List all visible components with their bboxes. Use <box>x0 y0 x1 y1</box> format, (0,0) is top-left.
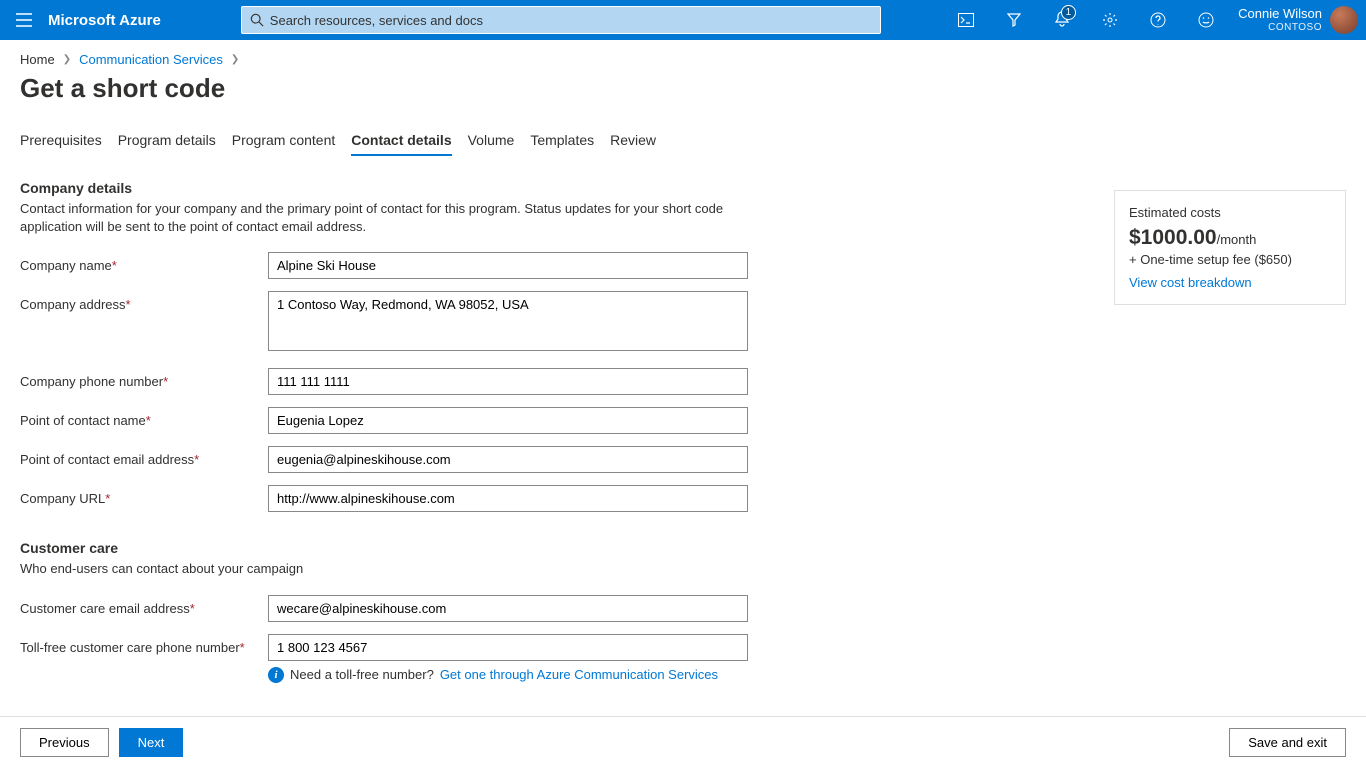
label-cc-phone: Toll-free customer care phone number* <box>20 634 268 655</box>
product-name[interactable]: Microsoft Azure <box>48 12 181 29</box>
cloud-shell-icon <box>958 13 974 27</box>
hamburger-icon <box>16 13 32 27</box>
search-input[interactable] <box>264 13 872 28</box>
cloud-shell-button[interactable] <box>942 0 990 40</box>
poc-email-input[interactable] <box>268 446 748 473</box>
tab-program-details[interactable]: Program details <box>118 132 216 156</box>
settings-button[interactable] <box>1086 0 1134 40</box>
section-title-customer-care: Customer care <box>20 540 1346 556</box>
search-box[interactable] <box>241 6 881 34</box>
save-and-exit-button[interactable]: Save and exit <box>1229 728 1346 757</box>
filter-icon <box>1006 12 1022 28</box>
estimated-costs-card: Estimated costs $1000.00/month + One-tim… <box>1114 190 1346 305</box>
cost-setup-fee: + One-time setup fee ($650) <box>1129 252 1331 267</box>
company-phone-input[interactable] <box>268 368 748 395</box>
poc-name-input[interactable] <box>268 407 748 434</box>
tab-prerequisites[interactable]: Prerequisites <box>20 132 102 156</box>
help-button[interactable] <box>1134 0 1182 40</box>
toll-free-info-text: Need a toll-free number? <box>290 667 434 682</box>
next-button[interactable]: Next <box>119 728 184 757</box>
section-desc-customer-care: Who end-users can contact about your cam… <box>20 560 740 578</box>
cost-amount: $1000.00 <box>1129 226 1217 249</box>
gear-icon <box>1102 12 1118 28</box>
cc-email-input[interactable] <box>268 595 748 622</box>
menu-toggle-button[interactable] <box>0 0 48 40</box>
company-address-input[interactable]: 1 Contoso Way, Redmond, WA 98052, USA <box>268 291 748 351</box>
search-icon <box>250 13 264 27</box>
help-icon <box>1150 12 1166 28</box>
tabs: Prerequisites Program details Program co… <box>20 132 1346 156</box>
account-menu[interactable]: Connie Wilson CONTOSO <box>1230 6 1366 34</box>
breadcrumb-service[interactable]: Communication Services <box>79 52 223 67</box>
label-company-phone: Company phone number* <box>20 368 268 389</box>
smile-icon <box>1198 12 1214 28</box>
label-cc-email: Customer care email address* <box>20 595 268 616</box>
label-poc-name: Point of contact name* <box>20 407 268 428</box>
top-toolbar-icons: 1 <box>942 0 1230 40</box>
tab-volume[interactable]: Volume <box>468 132 515 156</box>
cost-period: /month <box>1217 232 1257 247</box>
account-name: Connie Wilson <box>1238 6 1322 22</box>
tab-contact-details[interactable]: Contact details <box>351 132 451 156</box>
directories-button[interactable] <box>990 0 1038 40</box>
cc-phone-input[interactable] <box>268 634 748 661</box>
account-directory: CONTOSO <box>1238 22 1322 34</box>
search-wrap <box>241 6 881 34</box>
notifications-button[interactable]: 1 <box>1038 0 1086 40</box>
toll-free-info-link[interactable]: Get one through Azure Communication Serv… <box>440 667 718 682</box>
top-bar: Microsoft Azure 1 Connie Wilson C <box>0 0 1366 40</box>
avatar <box>1330 6 1358 34</box>
chevron-right-icon: ❯ <box>231 54 239 65</box>
page-title: Get a short code <box>20 73 1346 104</box>
label-company-url: Company URL* <box>20 485 268 506</box>
feedback-button[interactable] <box>1182 0 1230 40</box>
cost-breakdown-link[interactable]: View cost breakdown <box>1129 275 1252 290</box>
tab-templates[interactable]: Templates <box>530 132 594 156</box>
footer-bar: Previous Next Save and exit <box>0 716 1366 768</box>
notification-badge: 1 <box>1061 5 1077 20</box>
label-company-address: Company address* <box>20 291 268 312</box>
info-icon: i <box>268 667 284 683</box>
cost-title: Estimated costs <box>1129 205 1331 220</box>
label-poc-email: Point of contact email address* <box>20 446 268 467</box>
label-company-name: Company name* <box>20 252 268 273</box>
chevron-right-icon: ❯ <box>63 54 71 65</box>
tab-program-content[interactable]: Program content <box>232 132 336 156</box>
tab-review[interactable]: Review <box>610 132 656 156</box>
company-url-input[interactable] <box>268 485 748 512</box>
breadcrumb: Home ❯ Communication Services ❯ <box>20 52 1346 67</box>
previous-button[interactable]: Previous <box>20 728 109 757</box>
section-desc-company: Contact information for your company and… <box>20 200 740 236</box>
breadcrumb-home[interactable]: Home <box>20 52 55 67</box>
toll-free-info: i Need a toll-free number? Get one throu… <box>268 667 748 683</box>
company-name-input[interactable] <box>268 252 748 279</box>
